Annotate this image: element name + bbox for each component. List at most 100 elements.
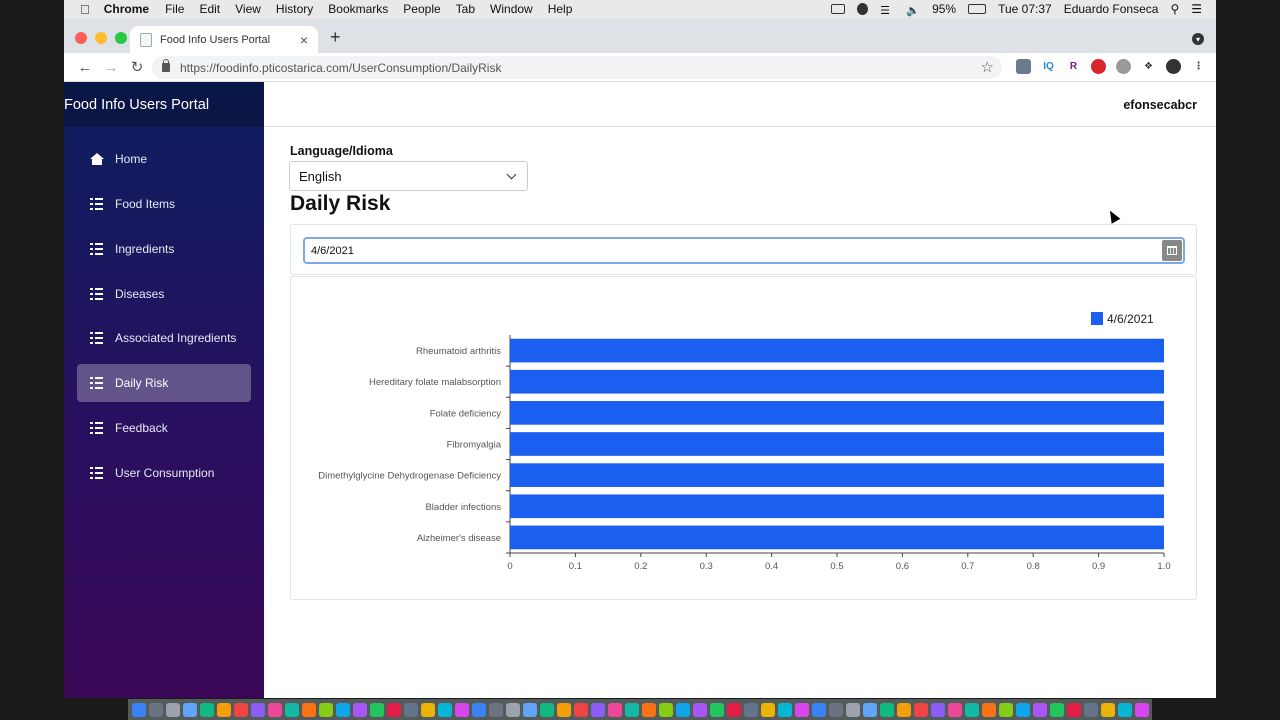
user-name[interactable]: Eduardo Fonseca — [1064, 2, 1159, 16]
dock-app-icon[interactable] — [727, 702, 741, 717]
volume-icon[interactable]: 🔈 — [906, 4, 920, 17]
close-tab-icon[interactable]: × — [300, 32, 308, 48]
menu-edit[interactable]: Edit — [199, 2, 220, 16]
dock-app-icon[interactable] — [761, 702, 775, 717]
clock[interactable]: Tue 07:37 — [998, 2, 1052, 16]
menu-file[interactable]: File — [165, 2, 184, 16]
dock-app-icon[interactable] — [540, 702, 554, 717]
back-arrow-icon[interactable]: ← — [72, 59, 98, 76]
language-select[interactable]: English — [289, 161, 528, 191]
dock-app-icon[interactable] — [608, 702, 622, 717]
minimize-window-button[interactable] — [95, 32, 107, 44]
dock-app-icon[interactable] — [846, 702, 860, 717]
dock-app-icon[interactable] — [625, 702, 639, 717]
menu-window[interactable]: Window — [490, 2, 533, 16]
dock-app-icon[interactable] — [183, 702, 197, 717]
menu-people[interactable]: People — [403, 2, 440, 16]
dock-app-icon[interactable] — [863, 702, 877, 717]
dock-app-icon[interactable] — [693, 702, 707, 717]
dock-app-icon[interactable] — [319, 702, 333, 717]
dock-app-icon[interactable] — [251, 702, 265, 717]
dock-app-icon[interactable] — [421, 702, 435, 717]
dock-app-icon[interactable] — [557, 702, 571, 717]
dock-app-icon[interactable] — [982, 702, 996, 717]
dock-app-icon[interactable] — [880, 702, 894, 717]
sidebar-item-daily-risk[interactable]: Daily Risk — [77, 364, 251, 402]
menu-tab[interactable]: Tab — [456, 2, 475, 16]
sidebar-item-diseases[interactable]: Diseases — [77, 275, 251, 313]
dock-app-icon[interactable] — [710, 702, 724, 717]
dock-app-icon[interactable] — [795, 702, 809, 717]
dock-app-icon[interactable] — [404, 702, 418, 717]
menu-help[interactable]: Help — [548, 2, 573, 16]
dock-app-icon[interactable] — [370, 702, 384, 717]
dock-app-icon[interactable] — [438, 702, 452, 717]
dock-app-icon[interactable] — [523, 702, 537, 717]
dock-app-icon[interactable] — [897, 702, 911, 717]
extension-reader-icon[interactable] — [1016, 59, 1031, 74]
dock-app-icon[interactable] — [1084, 702, 1098, 717]
reload-icon[interactable]: ↻ — [124, 58, 150, 76]
browser-tab[interactable]: Food Info Users Portal × — [130, 26, 318, 53]
wifi-icon[interactable]: ☰ — [880, 4, 894, 17]
menu-history[interactable]: History — [276, 2, 313, 16]
tab-search-icon[interactable]: ▾ — [1192, 33, 1204, 45]
dock-app-icon[interactable] — [268, 702, 282, 717]
sidebar-item-feedback[interactable]: Feedback — [77, 409, 251, 447]
extensions-puzzle-icon[interactable]: ❖ — [1141, 59, 1156, 74]
dock-app-icon[interactable] — [217, 702, 231, 717]
dock-app-icon[interactable] — [1050, 702, 1064, 717]
dock-app-icon[interactable] — [778, 702, 792, 717]
dock-app-icon[interactable] — [285, 702, 299, 717]
apple-menu-icon[interactable]:  — [80, 2, 90, 17]
dock-app-icon[interactable] — [829, 702, 843, 717]
dock-app-icon[interactable] — [642, 702, 656, 717]
profile-avatar-icon[interactable] — [1166, 59, 1181, 74]
dock-app-icon[interactable] — [1135, 702, 1149, 717]
dock-app-icon[interactable] — [149, 702, 163, 717]
extension-r-icon[interactable]: R — [1066, 59, 1081, 74]
dock-app-icon[interactable] — [965, 702, 979, 717]
screen-record-icon[interactable] — [831, 4, 846, 14]
dock-app-icon[interactable] — [489, 702, 503, 717]
dock-app-icon[interactable] — [166, 702, 180, 717]
lock-icon[interactable] — [162, 59, 170, 72]
dock-app-icon[interactable] — [200, 702, 214, 717]
dock-app-icon[interactable] — [931, 702, 945, 717]
menu-bookmarks[interactable]: Bookmarks — [328, 2, 388, 16]
spotlight-search-icon[interactable]: ⚲ — [1170, 2, 1179, 16]
calendar-button[interactable] — [1162, 240, 1182, 261]
sidebar-item-home[interactable]: Home — [77, 140, 251, 178]
dock-app-icon[interactable] — [1101, 702, 1115, 717]
dock-app-icon[interactable] — [455, 702, 469, 717]
dock-app-icon[interactable] — [948, 702, 962, 717]
menu-view[interactable]: View — [235, 2, 261, 16]
dock-app-icon[interactable] — [999, 702, 1013, 717]
dock-app-icon[interactable] — [812, 702, 826, 717]
new-tab-button[interactable]: + — [330, 27, 341, 48]
dock-app-icon[interactable] — [1067, 702, 1081, 717]
close-window-button[interactable] — [75, 32, 87, 44]
dock-app-icon[interactable] — [591, 702, 605, 717]
dock-app-icon[interactable] — [1118, 702, 1132, 717]
dock-app-icon[interactable] — [472, 702, 486, 717]
chrome-menu-icon[interactable]: ⋮ — [1191, 59, 1206, 74]
shield-icon[interactable] — [857, 3, 869, 15]
dock-app-icon[interactable] — [353, 702, 367, 717]
dock-app-icon[interactable] — [659, 702, 673, 717]
dock-app-icon[interactable] — [1016, 702, 1030, 717]
dock-app-icon[interactable] — [676, 702, 690, 717]
sidebar-item-food-items[interactable]: Food Items — [77, 185, 251, 223]
extension-iq-icon[interactable]: IQ — [1041, 59, 1056, 74]
sidebar-item-ingredients[interactable]: Ingredients — [77, 230, 251, 268]
extension-grey-icon[interactable] — [1116, 59, 1131, 74]
battery-icon[interactable] — [968, 4, 987, 14]
dock-app-icon[interactable] — [506, 702, 520, 717]
dock-app-icon[interactable] — [132, 702, 146, 717]
date-input[interactable]: 4/6/2021 — [303, 237, 1185, 264]
sidebar-brand[interactable]: Food Info Users Portal — [64, 82, 264, 127]
zoom-window-button[interactable] — [115, 32, 127, 44]
dock-app-icon[interactable] — [574, 702, 588, 717]
dock-app-icon[interactable] — [914, 702, 928, 717]
username-label[interactable]: efonsecabcr — [1123, 98, 1197, 112]
